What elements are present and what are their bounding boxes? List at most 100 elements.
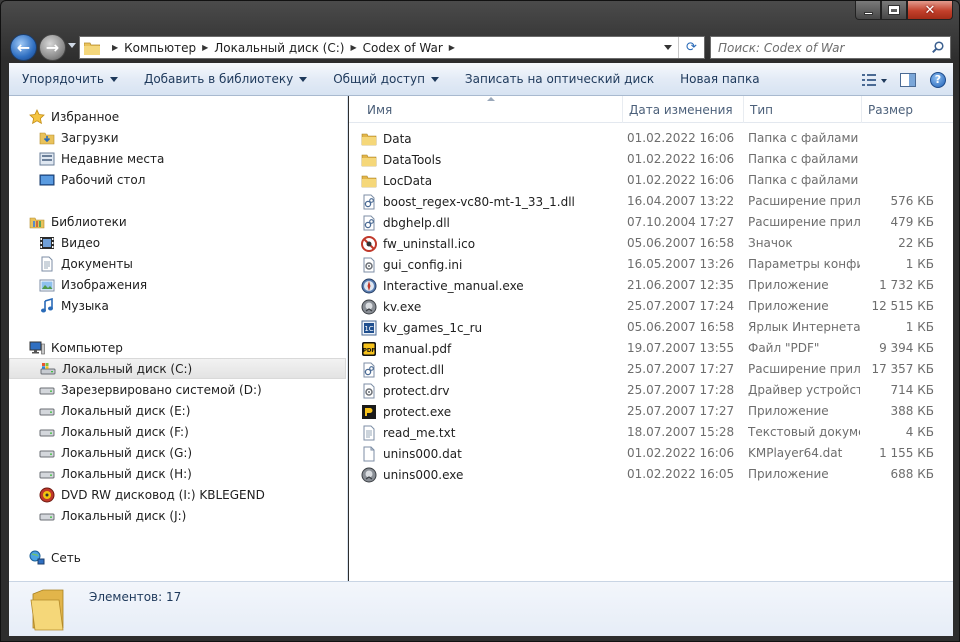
minimize-icon [863, 11, 873, 15]
file-type: KMPlayer64.dat [748, 446, 843, 460]
add-to-library-menu[interactable]: Добавить в библиотеку [131, 63, 320, 96]
file-row[interactable]: gui_config.ini 16.05.2007 13:26 Параметры … [361, 254, 941, 275]
nav-label: Локальный диск (F:) [61, 424, 189, 439]
organize-menu[interactable]: Упорядочить [9, 63, 131, 96]
nav-documents[interactable]: Документы [9, 253, 346, 274]
nav-downloads[interactable]: Загрузки [9, 127, 346, 148]
breadcrumb-chevron-icon[interactable]: ▶ [350, 43, 356, 52]
svg-text:1C: 1C [364, 325, 373, 333]
folder-icon [361, 175, 377, 187]
nav-drive-e[interactable]: Локальный диск (E:) [9, 400, 346, 421]
pictures-icon [39, 279, 55, 291]
breadcrumb-computer[interactable]: Компьютер [124, 41, 196, 55]
nav-favorites[interactable]: Избранное [9, 106, 346, 127]
nav-drive-c[interactable]: Локальный диск (C:) [9, 358, 346, 379]
nav-drive-d[interactable]: Зарезервировано системой (D:) [9, 379, 346, 400]
star-icon [29, 108, 45, 124]
file-row[interactable]: DataTools 01.02.2022 16:06 Папка с файлами [361, 149, 941, 170]
file-row[interactable]: protect.drv 25.07.2007 17:28 Драйвер устро… [361, 380, 941, 401]
column-header-date[interactable]: Дата изменения [623, 96, 744, 123]
search-icon[interactable] [932, 41, 944, 53]
folder-large-icon [30, 589, 64, 631]
file-name: DataTools [383, 152, 442, 167]
file-row[interactable]: 1C kv_games_1c_ru 05.06.2007 16:58 Ярлык Ин… [361, 317, 941, 338]
nav-computer[interactable]: Компьютер [9, 337, 346, 358]
file-row[interactable]: kv.exe 25.07.2007 17:24 Приложение 12 515 К… [361, 296, 941, 317]
change-view-button[interactable] [855, 68, 893, 92]
recent-places-icon [39, 152, 55, 165]
minimize-button[interactable] [855, 1, 881, 20]
help-button[interactable]: ? [923, 68, 953, 92]
file-row[interactable]: boost_regex-vc80-mt-1_33_1.dll 16.04.2007… [361, 191, 941, 212]
new-folder-button[interactable]: Новая папка [667, 63, 772, 96]
file-row[interactable]: fw_uninstall.ico 05.06.2007 16:58 Значок 22… [361, 233, 941, 254]
documents-icon [41, 256, 53, 271]
address-history-dropdown[interactable] [664, 45, 672, 50]
help-icon: ? [930, 71, 946, 88]
file-type: Приложение [748, 299, 829, 313]
file-type: Расширение приложения [748, 194, 860, 208]
nav-drive-f[interactable]: Локальный диск (F:) [9, 421, 346, 442]
file-date: 01.02.2022 16:06 [627, 152, 735, 166]
nav-pictures[interactable]: Изображения [9, 274, 346, 295]
search-input[interactable] [711, 37, 921, 58]
file-name-cell: PDF manual.pdf [361, 338, 451, 359]
search-box[interactable] [710, 36, 951, 59]
file-row[interactable]: protect.dll 25.07.2007 17:27 Расширение пр… [361, 359, 941, 380]
file-row[interactable]: unins000.exe 01.02.2022 16:05 Приложение 68… [361, 464, 941, 485]
nav-libraries[interactable]: Библиотеки [9, 211, 346, 232]
nav-drive-h[interactable]: Локальный диск (H:) [9, 463, 346, 484]
file-row[interactable]: protect.exe 25.07.2007 17:27 Приложение 388… [361, 401, 941, 422]
preview-pane-button[interactable] [893, 68, 923, 92]
maximize-button[interactable] [881, 1, 907, 20]
close-button[interactable]: ✕ [907, 1, 953, 20]
file-size: 479 КБ [890, 215, 934, 229]
file-row[interactable]: unins000.dat 01.02.2022 16:06 KMPlayer64.d… [361, 443, 941, 464]
breadcrumb-chevron-icon[interactable]: ▶ [202, 43, 208, 52]
file-type: Расширение приложения [748, 362, 860, 376]
nav-music[interactable]: Музыка [9, 295, 346, 316]
back-button[interactable]: ← [10, 34, 37, 61]
forward-button[interactable]: → [39, 34, 66, 61]
column-header-size[interactable]: Размер [862, 96, 942, 123]
recent-pages-dropdown[interactable] [68, 43, 76, 48]
arrow-left-icon: ← [16, 38, 31, 57]
file-row[interactable]: Interactive_manual.exe 21.06.2007 12:35 Пр… [361, 275, 941, 296]
folder-icon [361, 154, 377, 166]
refresh-button[interactable]: ⟳ [678, 37, 704, 58]
nav-drive-g[interactable]: Локальный диск (G:) [9, 442, 346, 463]
nav-label: Недавние места [61, 151, 165, 166]
file-name-cell: unins000.exe [361, 464, 463, 485]
nav-network[interactable]: Сеть [9, 547, 346, 568]
column-header-name[interactable]: Имя [361, 96, 623, 123]
file-row[interactable]: Data 01.02.2022 16:06 Папка с файлами [361, 128, 941, 149]
file-date: 21.06.2007 12:35 [627, 278, 735, 292]
address-bar[interactable]: ▶ Компьютер ▶ Локальный диск (C:) ▶ Code… [79, 36, 705, 59]
nav-drive-j[interactable]: Локальный диск (J:) [9, 505, 346, 526]
breadcrumb-drive-c[interactable]: Локальный диск (C:) [214, 41, 344, 55]
share-menu[interactable]: Общий доступ [320, 63, 452, 96]
column-date-label: Дата изменения [629, 102, 733, 117]
nav-recent-places[interactable]: Недавние места [9, 148, 346, 169]
nav-video[interactable]: Видео [9, 232, 346, 253]
file-name: protect.exe [383, 404, 452, 419]
breadcrumb-codex-of-war[interactable]: Codex of War [363, 41, 443, 55]
breadcrumb-chevron-icon[interactable]: ▶ [112, 43, 118, 52]
file-date: 25.07.2007 17:27 [627, 362, 735, 376]
ico-file-icon [361, 235, 377, 252]
file-date: 05.06.2007 16:58 [627, 320, 735, 334]
file-type: Расширение приложения [748, 215, 860, 229]
file-row[interactable]: PDF manual.pdf 19.07.2007 13:55 Файл "PDF" 9… [361, 338, 941, 359]
nav-dvd-drive-i[interactable]: DVD RW дисковод (I:) KBLEGEND [9, 484, 346, 505]
nav-label: Изображения [61, 277, 148, 292]
file-type: Приложение [748, 467, 829, 481]
breadcrumb-chevron-icon[interactable]: ▶ [449, 43, 455, 52]
file-row[interactable]: dbghelp.dll 07.10.2004 17:27 Расширение пр… [361, 212, 941, 233]
column-header-row: Имя Дата изменения Тип Размер [349, 96, 953, 123]
file-date: 07.10.2004 17:27 [627, 215, 735, 229]
nav-desktop[interactable]: Рабочий стол [9, 169, 346, 190]
file-row[interactable]: read_me.txt 18.07.2007 15:28 Текстовый док… [361, 422, 941, 443]
file-row[interactable]: LocData 01.02.2022 16:06 Папка с файлами [361, 170, 941, 191]
column-header-type[interactable]: Тип [744, 96, 862, 123]
burn-button[interactable]: Записать на оптический диск [452, 63, 667, 96]
